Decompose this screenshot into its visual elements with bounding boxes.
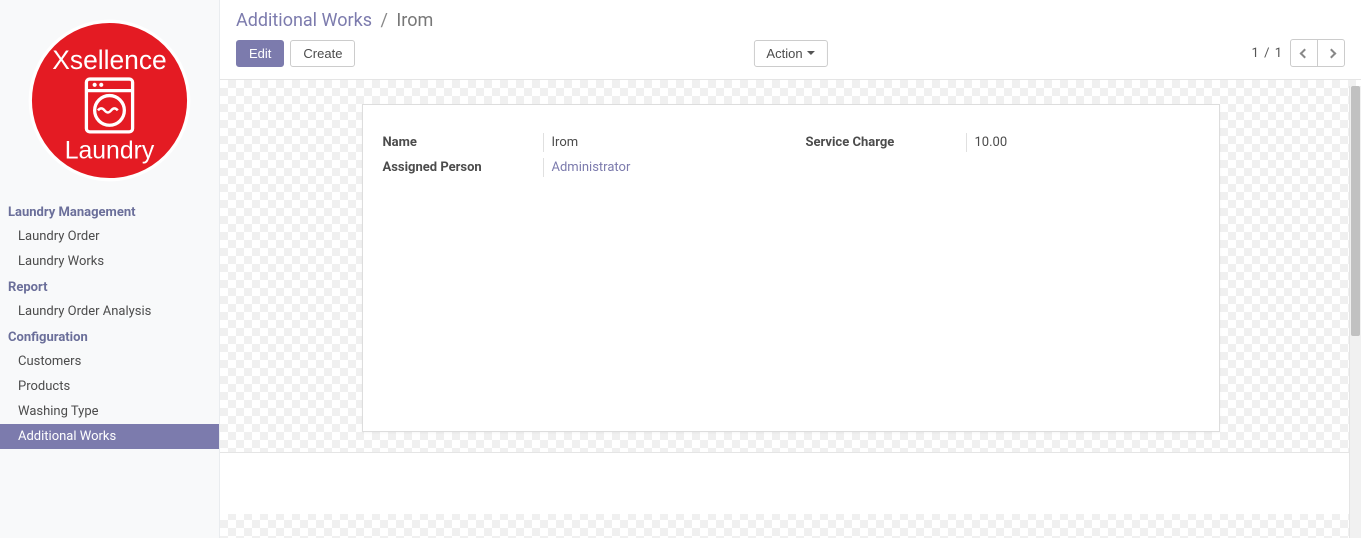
field-label-assigned-person: Assigned Person <box>383 160 543 175</box>
pager: 1 / 1 <box>1252 39 1345 67</box>
toolbar: Edit Create Action 1 / 1 <box>220 39 1361 80</box>
form-view-content: Name Irom Assigned Person Administrator … <box>220 80 1361 538</box>
nav-item-laundry-order[interactable]: Laundry Order <box>0 224 219 249</box>
nav-section-laundry-management[interactable]: Laundry Management <box>0 199 219 224</box>
main-content: Additional Works / Irom Edit Create Acti… <box>220 0 1361 538</box>
nav-item-customers[interactable]: Customers <box>0 349 219 374</box>
nav-item-washing-type[interactable]: Washing Type <box>0 399 219 424</box>
nav-item-products[interactable]: Products <box>0 374 219 399</box>
vertical-scrollbar[interactable] <box>1349 86 1361 538</box>
breadcrumb: Additional Works / Irom <box>220 0 1361 39</box>
nav-section-configuration[interactable]: Configuration <box>0 324 219 349</box>
navigation: Laundry Management Laundry Order Laundry… <box>0 193 219 449</box>
caret-down-icon <box>807 51 815 55</box>
field-label-name: Name <box>383 135 543 150</box>
action-dropdown-button[interactable]: Action <box>753 40 827 67</box>
field-value-service-charge: 10.00 <box>966 133 1199 152</box>
chevron-left-icon <box>1299 48 1309 58</box>
breadcrumb-parent[interactable]: Additional Works <box>236 10 372 31</box>
record-card: Name Irom Assigned Person Administrator … <box>362 104 1220 432</box>
breadcrumb-current: Irom <box>396 10 433 31</box>
nav-item-laundry-order-analysis[interactable]: Laundry Order Analysis <box>0 299 219 324</box>
logo-top-text: Xsellence <box>52 45 166 75</box>
nav-section-report[interactable]: Report <box>0 274 219 299</box>
pager-prev-button[interactable] <box>1290 39 1318 67</box>
field-value-name: Irom <box>543 133 776 152</box>
sidebar: Xsellence Laundry Laundry Management Lau… <box>0 0 220 538</box>
action-label: Action <box>766 46 802 61</box>
create-button[interactable]: Create <box>290 40 355 67</box>
field-label-service-charge: Service Charge <box>806 135 966 150</box>
field-value-assigned-person[interactable]: Administrator <box>543 158 776 177</box>
pager-text: 1 / 1 <box>1252 46 1282 61</box>
logo-bottom-text: Laundry <box>65 137 155 164</box>
pager-next-button[interactable] <box>1317 39 1345 67</box>
breadcrumb-separator: / <box>380 10 387 31</box>
company-logo[interactable]: Xsellence Laundry <box>0 0 219 193</box>
form-footer-area <box>220 452 1361 514</box>
nav-item-additional-works[interactable]: Additional Works <box>0 424 219 449</box>
scrollbar-thumb[interactable] <box>1351 86 1360 336</box>
edit-button[interactable]: Edit <box>236 40 284 67</box>
chevron-right-icon <box>1326 48 1336 58</box>
nav-item-laundry-works[interactable]: Laundry Works <box>0 249 219 274</box>
